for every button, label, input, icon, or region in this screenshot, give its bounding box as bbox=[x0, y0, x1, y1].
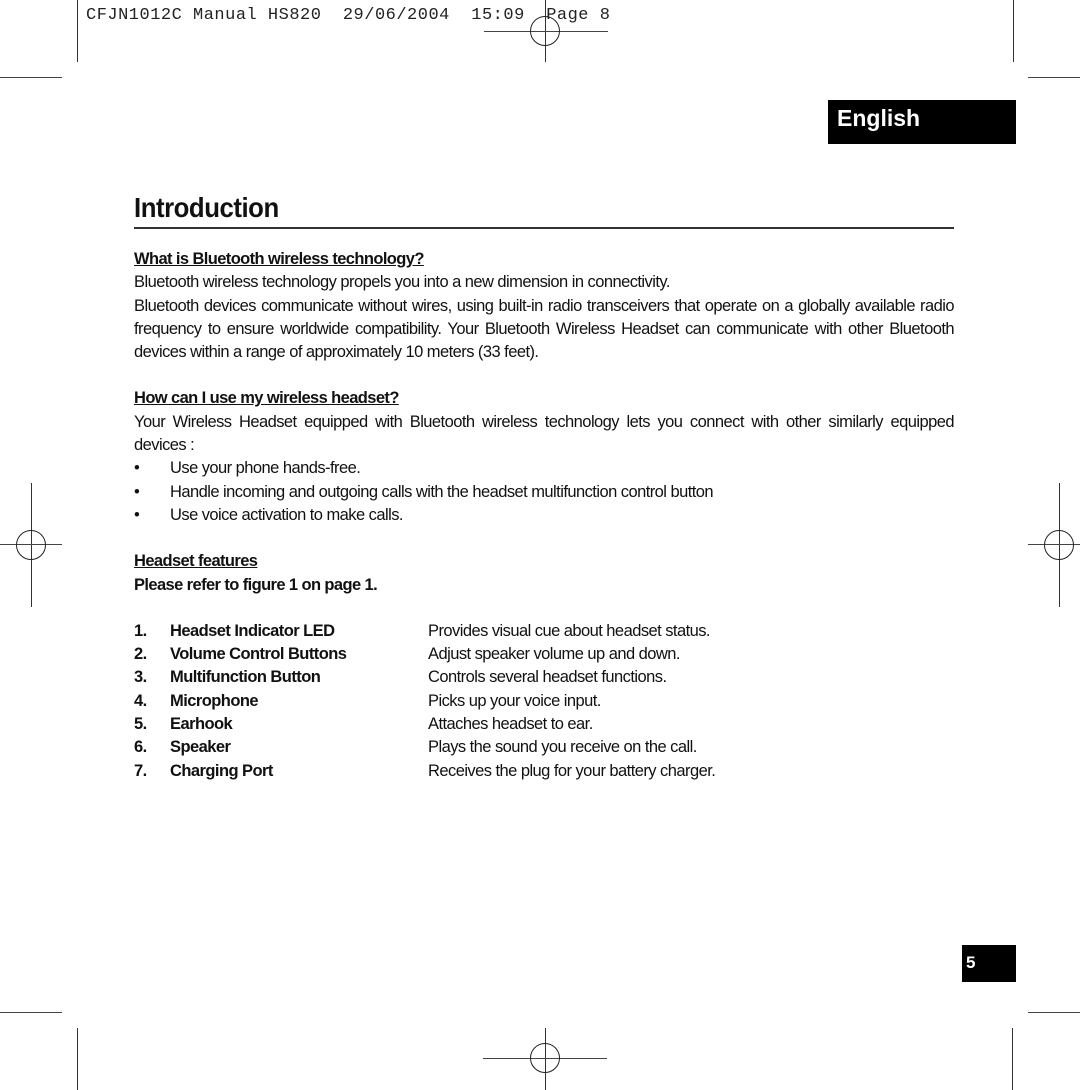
usage-bullet: • Use your phone hands-free. bbox=[134, 457, 954, 480]
usage-paragraph: Your Wireless Headset equipped with Blue… bbox=[134, 412, 955, 455]
feature-row: 7. Charging Port Receives the plug for y… bbox=[134, 760, 716, 783]
feature-name: Microphone bbox=[170, 691, 259, 710]
language-tab: English bbox=[828, 100, 1016, 144]
heading-features: Headset features bbox=[134, 552, 258, 571]
feature-name: Earhook bbox=[170, 715, 233, 734]
feature-name: Charging Port bbox=[170, 761, 273, 780]
bullet-text: Use voice activation to make calls. bbox=[170, 505, 404, 524]
feature-number: 5. bbox=[134, 715, 147, 734]
feature-number: 6. bbox=[134, 738, 147, 757]
feature-row: 2. Volume Control Buttons Adjust speaker… bbox=[134, 643, 715, 666]
page-title: Introduction bbox=[134, 192, 279, 223]
crop-mark-bottom-right-horizontal bbox=[1028, 1012, 1080, 1013]
crop-mark-top-left-vertical bbox=[77, 0, 78, 62]
slug-date: 29/06/2004 bbox=[342, 6, 450, 25]
bluetooth-intro-line: Bluetooth wireless technology propels yo… bbox=[134, 273, 670, 292]
bullet-icon: • bbox=[134, 505, 140, 524]
page-content: What is Bluetooth wireless technology? B… bbox=[134, 248, 955, 783]
feature-description: Receives the plug for your battery charg… bbox=[428, 761, 716, 780]
feature-number: 7. bbox=[134, 761, 147, 780]
feature-name: Headset Indicator LED bbox=[170, 621, 335, 640]
crop-mark-bottom-left-horizontal bbox=[0, 1012, 62, 1013]
usage-bullet: • Use voice activation to make calls. bbox=[134, 504, 954, 527]
bullet-icon: • bbox=[134, 459, 140, 478]
crop-mark-top-left-horizontal bbox=[0, 77, 62, 78]
crop-mark-bottom-right-vertical bbox=[1012, 1028, 1013, 1090]
crop-mark-top-right-horizontal bbox=[1028, 77, 1080, 78]
features-reference: Please refer to figure 1 on page 1. bbox=[134, 575, 378, 594]
feature-number: 3. bbox=[134, 668, 147, 687]
features-table: 1. Headset Indicator LED Provides visual… bbox=[134, 620, 716, 783]
feature-description: Controls several headset functions. bbox=[428, 668, 667, 687]
feature-row: 3. Multifunction Button Controls several… bbox=[134, 666, 715, 689]
bullet-icon: • bbox=[134, 482, 140, 501]
feature-name: Volume Control Buttons bbox=[170, 645, 347, 664]
crop-mark-bottom-left-vertical bbox=[77, 1028, 78, 1090]
feature-description: Picks up your voice input. bbox=[428, 691, 601, 710]
feature-row: 6. Speaker Plays the sound you receive o… bbox=[134, 736, 715, 759]
crop-mark-top-right-vertical bbox=[1013, 0, 1014, 62]
feature-number: 1. bbox=[134, 621, 147, 640]
bluetooth-paragraph: Bluetooth devices communicate without wi… bbox=[134, 296, 955, 362]
feature-name: Multifunction Button bbox=[170, 668, 321, 687]
feature-name: Speaker bbox=[170, 738, 231, 757]
slug-time: 15:09 bbox=[471, 6, 525, 25]
feature-row: 4. Microphone Picks up your voice input. bbox=[134, 690, 715, 713]
title-rule bbox=[134, 227, 954, 229]
feature-description: Provides visual cue about headset status… bbox=[428, 621, 711, 640]
feature-number: 4. bbox=[134, 691, 147, 710]
feature-row: 1. Headset Indicator LED Provides visual… bbox=[134, 620, 715, 643]
heading-usage: How can I use my wireless headset? bbox=[134, 389, 399, 408]
bullet-text: Use your phone hands-free. bbox=[170, 459, 361, 478]
bullet-text: Handle incoming and outgoing calls with … bbox=[170, 482, 714, 501]
feature-description: Attaches headset to ear. bbox=[428, 715, 593, 734]
slug-doc-code: CFJN1012C Manual HS820 bbox=[86, 6, 322, 25]
feature-description: Adjust speaker volume up and down. bbox=[428, 645, 680, 664]
feature-row: 5. Earhook Attaches headset to ear. bbox=[134, 713, 715, 736]
feature-number: 2. bbox=[134, 645, 147, 664]
page-number: 5 bbox=[962, 945, 1016, 982]
usage-bullet: • Handle incoming and outgoing calls wit… bbox=[134, 481, 954, 504]
feature-description: Plays the sound you receive on the call. bbox=[428, 738, 697, 757]
heading-bluetooth: What is Bluetooth wireless technology? bbox=[134, 250, 424, 268]
